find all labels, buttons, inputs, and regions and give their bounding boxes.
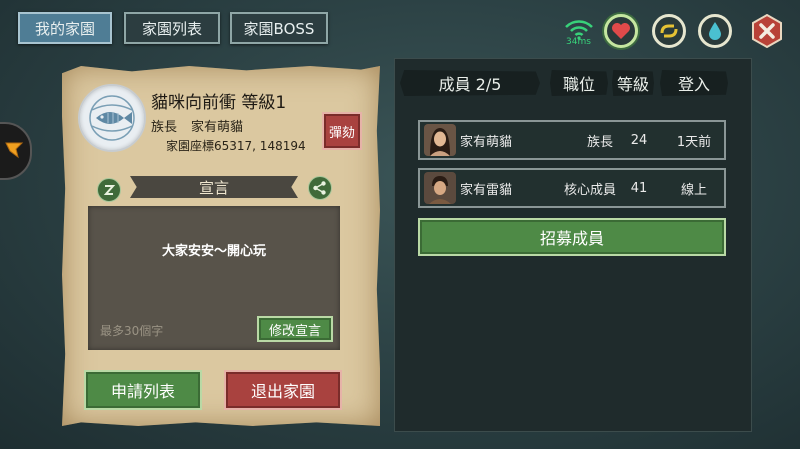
tab-my-home[interactable]: 我的家園 xyxy=(18,12,112,44)
male-avatar-icon xyxy=(424,172,456,204)
edit-name-button[interactable] xyxy=(97,178,121,202)
leader-label: 族長 xyxy=(151,120,178,135)
declaration-title: 宣言 xyxy=(130,176,298,198)
side-menu-button[interactable] xyxy=(0,122,32,180)
member-level: 24 xyxy=(630,132,648,148)
tab-home-list[interactable]: 家園列表 xyxy=(124,12,220,44)
network-status: 34ms xyxy=(562,18,596,48)
member-name: 家有雷貓 xyxy=(460,182,513,198)
ping-text: 34ms xyxy=(566,37,591,47)
recruit-members-button[interactable]: 招募成員 xyxy=(418,218,726,256)
member-avatar xyxy=(424,172,456,204)
heart-icon xyxy=(612,23,630,39)
close-button[interactable] xyxy=(750,13,784,49)
member-login: 1天前 xyxy=(676,134,712,150)
arrow-icon xyxy=(5,142,24,159)
home-name-level: 貓咪向前衝 等級1 xyxy=(151,93,287,113)
member-login: 線上 xyxy=(680,182,707,198)
member-row[interactable]: 家有萌貓 族長 24 1天前 xyxy=(418,120,726,160)
fish-icon xyxy=(89,95,135,141)
position-header: 職位 xyxy=(550,70,608,96)
member-level: 41 xyxy=(630,180,648,196)
rename-icon xyxy=(103,185,116,195)
impeach-button[interactable]: 彈劾 xyxy=(322,112,362,150)
share-icon xyxy=(313,181,326,195)
member-avatar xyxy=(424,124,456,156)
exchange-icon xyxy=(660,24,678,38)
drop-icon xyxy=(709,22,721,40)
tab-home-boss[interactable]: 家園BOSS xyxy=(230,12,328,44)
member-row[interactable]: 家有雷貓 核心成員 41 線上 xyxy=(418,168,726,208)
apply-list-button[interactable]: 申請列表 xyxy=(84,370,202,410)
declaration-limit-hint: 最多30個字 xyxy=(100,324,164,338)
home-emblem xyxy=(78,84,146,152)
level-header: 等級 xyxy=(612,70,654,96)
member-name: 家有萌貓 xyxy=(460,134,513,150)
declaration-text: 大家安安～開心玩 xyxy=(161,244,266,259)
share-button[interactable] xyxy=(308,176,332,200)
drop-button[interactable] xyxy=(698,14,732,48)
heart-button[interactable] xyxy=(604,14,638,48)
close-icon xyxy=(752,13,782,49)
login-header: 登入 xyxy=(660,70,728,96)
home-coordinates: 家園座標65317, 148194 xyxy=(166,139,306,153)
leader-name: 家有萌貓 xyxy=(191,120,244,135)
members-count-header: 成員 2/5 xyxy=(400,70,540,96)
leave-home-button[interactable]: 退出家園 xyxy=(224,370,342,410)
female-avatar-icon xyxy=(424,124,456,156)
exchange-button[interactable] xyxy=(652,14,686,48)
edit-declaration-button[interactable]: 修改宣言 xyxy=(257,316,333,342)
